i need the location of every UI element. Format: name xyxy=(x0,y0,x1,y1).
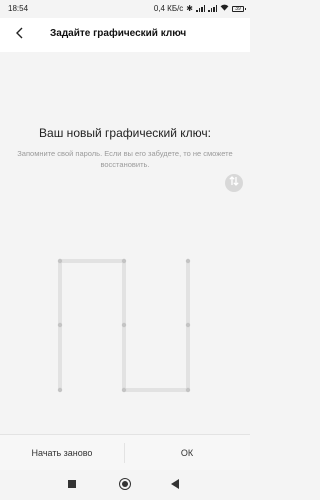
pattern-dot-5[interactable] xyxy=(121,322,127,328)
status-time: 18:54 xyxy=(8,4,29,13)
signal-icon xyxy=(196,5,205,12)
recents-square-icon[interactable] xyxy=(68,480,76,488)
pattern-dot-1[interactable] xyxy=(57,258,63,264)
pattern-grid[interactable] xyxy=(0,252,250,402)
back-arrow-icon xyxy=(15,26,25,44)
network-speed: 0,4 КБ/с xyxy=(153,4,184,13)
status-bar: 18:54 0,4 КБ/с ✱ 39 xyxy=(0,0,250,18)
page-title: Задайте графический ключ xyxy=(50,28,187,39)
status-icons: 0,4 КБ/с ✱ 39 xyxy=(153,4,246,13)
swap-vertical-icon xyxy=(228,174,240,192)
pattern-dot-7[interactable] xyxy=(57,387,63,393)
bluetooth-icon: ✱ xyxy=(186,4,193,13)
pattern-dot-9[interactable] xyxy=(185,387,191,393)
wifi-icon xyxy=(220,4,229,13)
system-nav-bar xyxy=(0,470,250,500)
pattern-hint: Запомните свой пароль. Если вы его забуд… xyxy=(17,149,233,169)
pattern-dot-2[interactable] xyxy=(121,258,127,264)
ok-button[interactable]: ОК xyxy=(125,435,249,470)
back-triangle-icon[interactable] xyxy=(171,479,179,489)
pattern-dot-8[interactable] xyxy=(121,387,127,393)
home-circle-icon[interactable] xyxy=(119,478,131,490)
pattern-dot-3[interactable] xyxy=(185,258,191,264)
pattern-headline: Ваш новый графический ключ: xyxy=(39,126,211,140)
bottom-action-bar: Начать заново ОК xyxy=(0,434,250,470)
battery-icon: 39 xyxy=(232,5,246,12)
pattern-dot-4[interactable] xyxy=(57,322,63,328)
signal-icon-2 xyxy=(208,5,217,12)
app-header: Задайте графический ключ xyxy=(0,18,250,52)
swap-button[interactable] xyxy=(225,174,243,192)
pattern-dot-6[interactable] xyxy=(185,322,191,328)
restart-button[interactable]: Начать заново xyxy=(0,435,124,470)
main-content: Ваш новый графический ключ: Запомните св… xyxy=(0,52,250,434)
back-button[interactable] xyxy=(10,26,30,44)
